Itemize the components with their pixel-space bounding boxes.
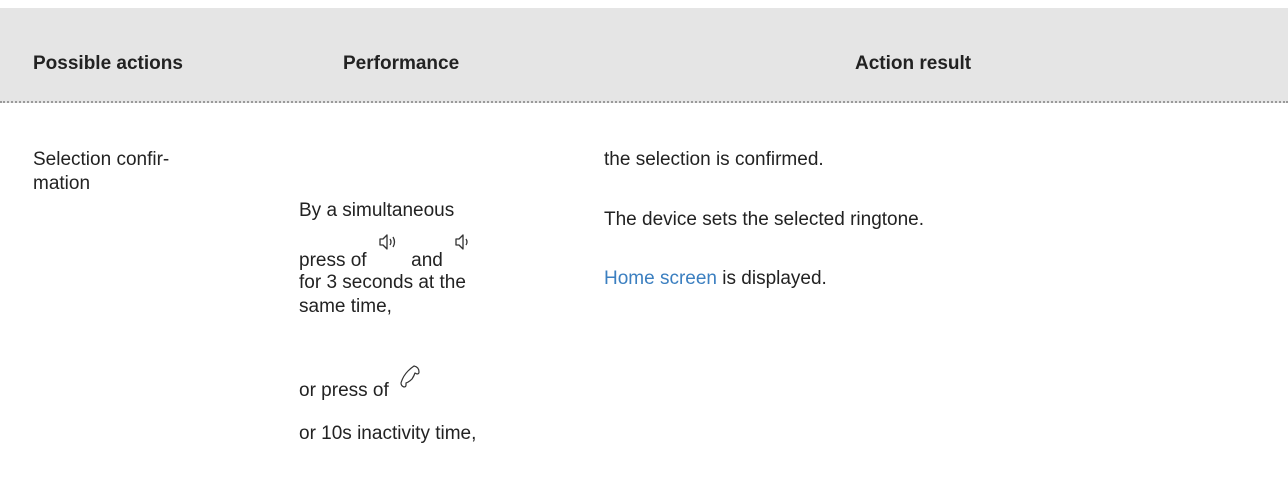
- result-line2: The device sets the selected ringtone.: [604, 209, 925, 230]
- column-header-possible-actions: Possible actions: [33, 53, 183, 74]
- performance-line3: for 3 seconds at the: [299, 272, 466, 293]
- and-text: and: [411, 250, 443, 271]
- performance-line6: or 10s inactivity time,: [299, 423, 477, 444]
- action-label-line2: mation: [33, 173, 91, 194]
- performance-line2: press of and: [299, 234, 472, 273]
- volume-down-icon: [454, 232, 472, 252]
- table-header: Possible actions Performance Action resu…: [0, 8, 1288, 103]
- press-of-text: press of: [299, 250, 367, 271]
- result-line1: the selection is confirmed.: [604, 149, 824, 170]
- column-header-performance: Performance: [343, 53, 460, 74]
- result-line3: Home screen is displayed.: [604, 267, 827, 291]
- action-label-line1: Selection confir-: [33, 149, 170, 170]
- result-line3-suffix: is displayed.: [717, 268, 827, 289]
- volume-up-icon: [378, 232, 400, 252]
- home-screen-link[interactable]: Home screen: [604, 268, 717, 289]
- performance-line4: same time,: [299, 296, 392, 317]
- performance-line5: or press of: [299, 365, 422, 403]
- or-press-of-text: or press of: [299, 380, 389, 401]
- column-header-action-result: Action result: [855, 53, 972, 74]
- handset-icon: [400, 364, 422, 390]
- performance-line1: By a simultaneous: [299, 200, 455, 221]
